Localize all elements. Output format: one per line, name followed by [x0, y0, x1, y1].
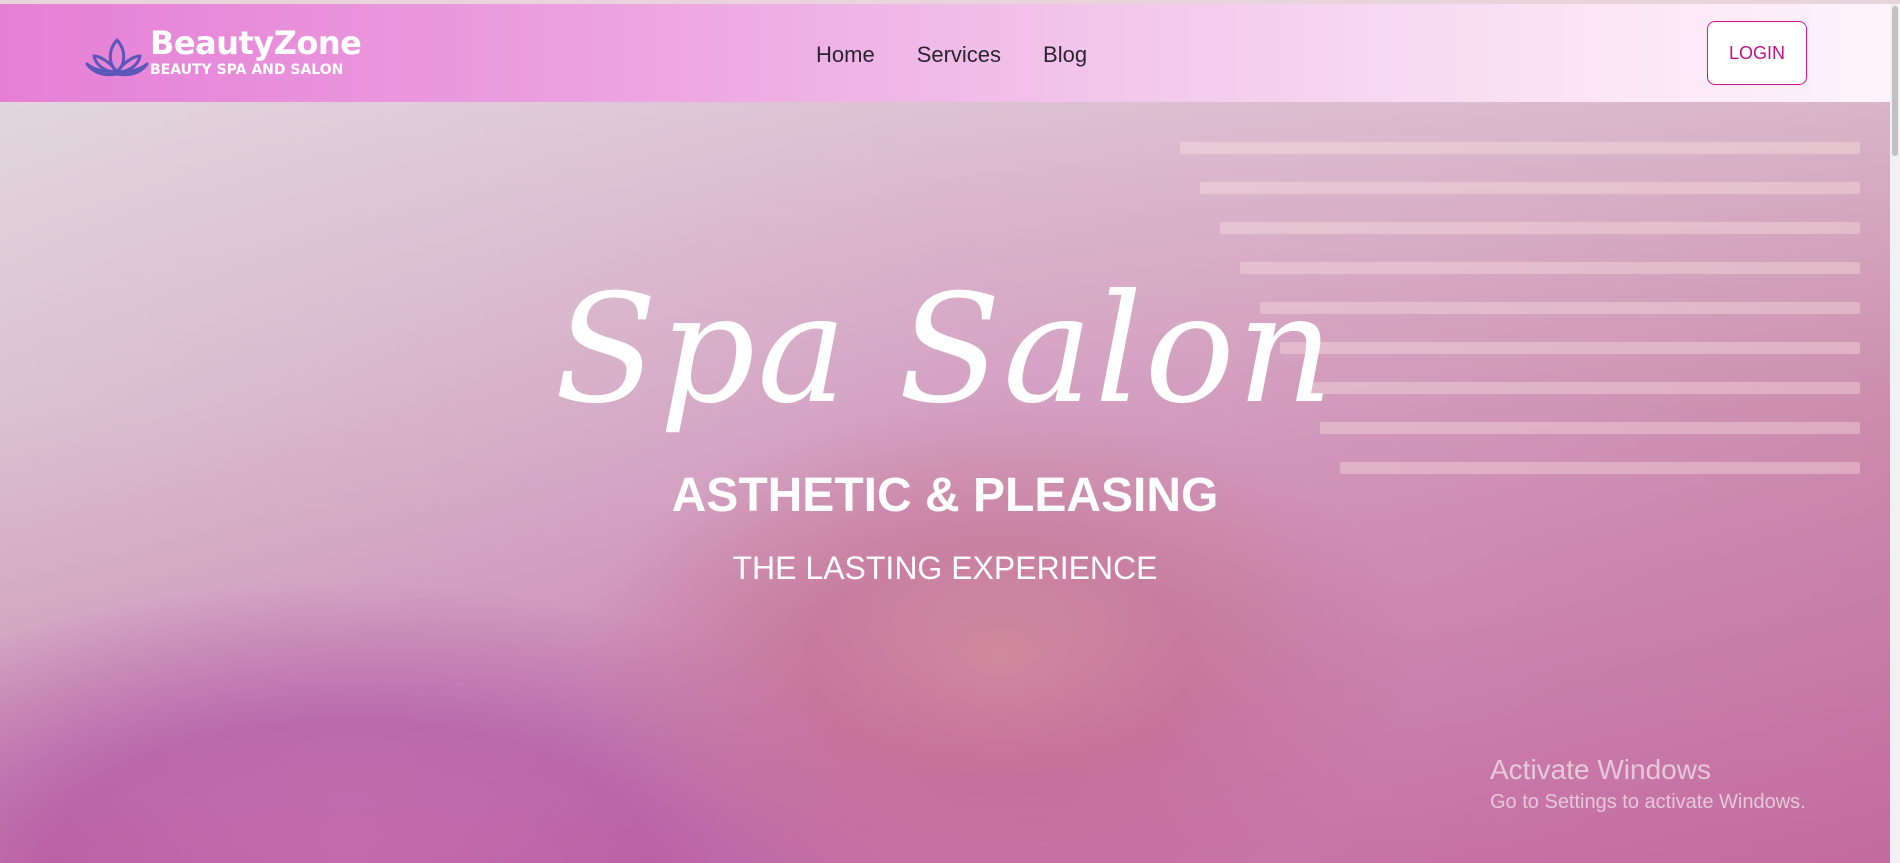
blind-slat — [1180, 142, 1860, 154]
scrollbar-thumb[interactable] — [1892, 6, 1898, 156]
login-button[interactable]: LOGIN — [1707, 21, 1807, 85]
page: BeautyZone BEAUTY SPA AND SALON Home Ser… — [0, 0, 1900, 863]
hero-tagline: THE LASTING EXPERIENCE — [732, 550, 1158, 586]
watermark-subtitle: Go to Settings to activate Windows. — [1490, 791, 1806, 813]
nav-link-blog[interactable]: Blog — [1043, 42, 1087, 68]
activate-windows-watermark: Activate Windows Go to Settings to activ… — [1490, 752, 1806, 816]
navbar: BeautyZone BEAUTY SPA AND SALON Home Ser… — [0, 4, 1890, 102]
nav-link-home[interactable]: Home — [816, 42, 875, 68]
hero-banner: Spa Salon ASTHETIC & PLEASING THE LASTIN… — [0, 102, 1890, 863]
brand-logo-link[interactable]: BeautyZone BEAUTY SPA AND SALON — [84, 24, 362, 80]
nav-links: Home Services Blog — [816, 42, 1087, 68]
watermark-title: Activate Windows — [1490, 754, 1711, 785]
hero-title: Spa Salon — [554, 263, 1336, 437]
blind-slat — [1220, 222, 1860, 234]
hero-subtitle: ASTHETIC & PLEASING — [671, 469, 1219, 522]
brand-tagline: BEAUTY SPA AND SALON — [150, 62, 344, 78]
lotus-icon — [85, 38, 149, 77]
blind-slat — [1200, 182, 1860, 194]
brand-name: BeautyZone — [150, 24, 362, 62]
nav-link-services[interactable]: Services — [917, 42, 1001, 68]
scrollbar[interactable] — [1890, 4, 1900, 863]
